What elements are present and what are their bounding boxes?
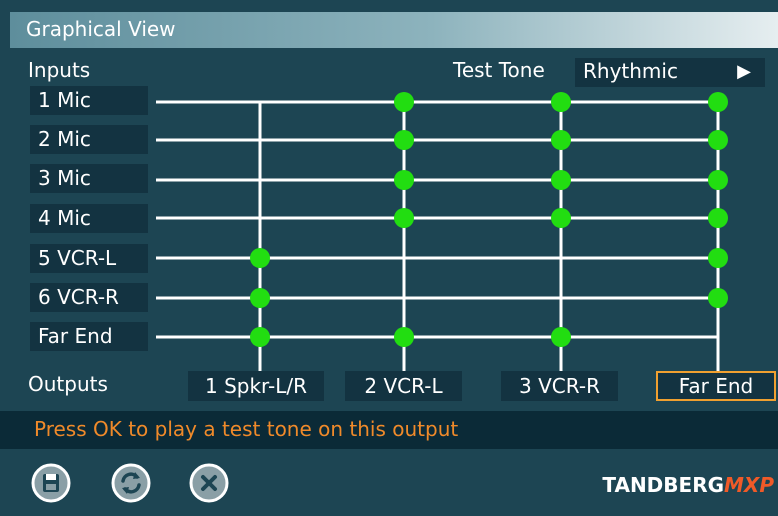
connection-dot-7-1 xyxy=(250,327,270,347)
connection-dot-7-2 xyxy=(394,327,414,347)
outputs-heading: Outputs xyxy=(28,372,108,396)
status-bar: Press OK to play a test tone on this out… xyxy=(0,411,778,449)
close-button[interactable] xyxy=(189,463,229,503)
connection-dot-4-2 xyxy=(394,208,414,228)
connection-dot-6-1 xyxy=(250,288,270,308)
bottom-toolbar: TANDBERGMXP xyxy=(0,449,778,516)
refresh-button[interactable] xyxy=(111,463,151,503)
connection-dot-7-3 xyxy=(551,327,571,347)
output-label-3-vcr-r[interactable]: 3 VCR-R xyxy=(501,371,618,401)
connection-dot-1-2 xyxy=(394,92,414,112)
output-label-2-vcr-l[interactable]: 2 VCR-L xyxy=(345,371,462,401)
connection-dot-2-2 xyxy=(394,130,414,150)
output-label-1-spkr[interactable]: 1 Spkr-L/R xyxy=(188,371,324,401)
brand-logo: TANDBERGMXP xyxy=(602,473,774,497)
connection-dot-1-3 xyxy=(551,92,571,112)
brand-name: TANDBERG xyxy=(602,473,725,497)
connection-dot-3-3 xyxy=(551,170,571,190)
connection-dot-4-3 xyxy=(551,208,571,228)
save-icon xyxy=(43,474,59,492)
connection-dot-2-4 xyxy=(708,130,728,150)
connection-dot-3-4 xyxy=(708,170,728,190)
status-message: Press OK to play a test tone on this out… xyxy=(34,417,459,441)
connection-dot-6-4 xyxy=(708,288,728,308)
connection-dot-5-4 xyxy=(708,248,728,268)
output-label-far-end[interactable]: Far End xyxy=(656,371,776,401)
connection-dot-1-4 xyxy=(708,92,728,112)
connection-dot-3-2 xyxy=(394,170,414,190)
connection-dot-2-3 xyxy=(551,130,571,150)
brand-suffix: MXP xyxy=(724,473,774,497)
screen: Graphical View Inputs Test Tone Rhythmic… xyxy=(0,0,778,516)
connection-dot-4-4 xyxy=(708,208,728,228)
save-button[interactable] xyxy=(31,463,71,503)
connection-dot-5-1 xyxy=(250,248,270,268)
